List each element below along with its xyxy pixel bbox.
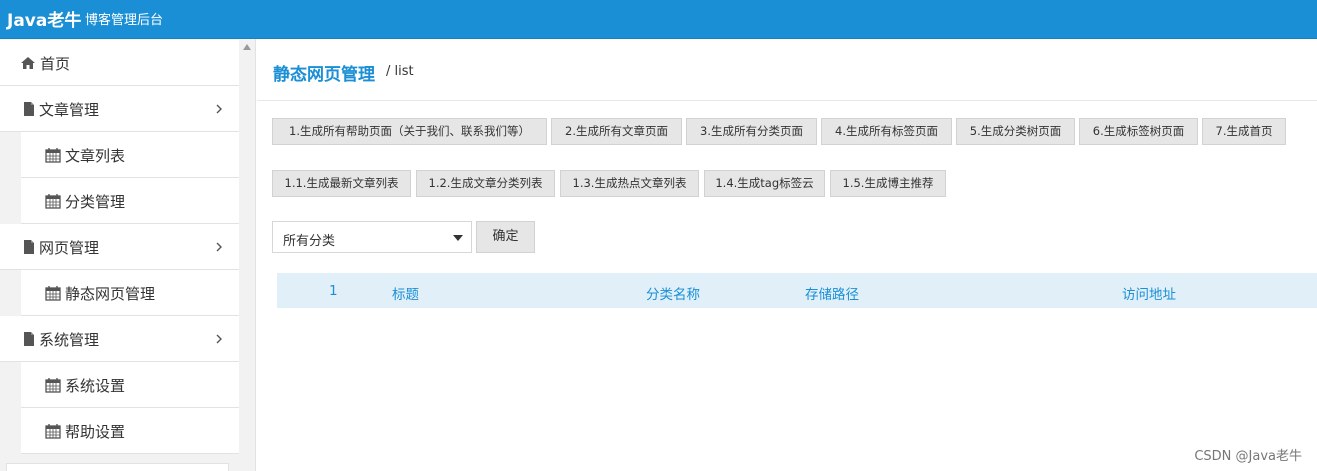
dropdown-caret-icon xyxy=(453,235,463,241)
sidebar-item-label: 系统设置 xyxy=(65,377,126,395)
column-header-storage-path: 存储路径 xyxy=(805,287,859,303)
brand-logo[interactable]: Java老牛 xyxy=(7,6,81,31)
column-header-access-url: 访问地址 xyxy=(1122,287,1176,303)
sidebar-item-system[interactable]: 系统管理 xyxy=(0,316,239,362)
generate-article-pages-button[interactable]: 2.生成所有文章页面 xyxy=(551,118,682,145)
sidebar-item-articles[interactable]: 文章管理 xyxy=(0,86,239,132)
calendar-icon xyxy=(45,194,61,209)
sidebar-footer-box xyxy=(6,463,229,471)
column-header-title: 标题 xyxy=(392,287,419,303)
sidebar-item-label: 首页 xyxy=(40,55,71,73)
sidebar-item-label: 静态网页管理 xyxy=(65,285,156,303)
sidebar-item-category-manage[interactable]: 分类管理 xyxy=(21,178,239,224)
brand-subtitle: 博客管理后台 xyxy=(85,13,164,28)
generate-tag-pages-button[interactable]: 4.生成所有标签页面 xyxy=(821,118,952,145)
sidebar-item-label: 分类管理 xyxy=(65,193,126,211)
file-icon xyxy=(24,102,34,116)
generate-category-pages-button[interactable]: 3.生成所有分类页面 xyxy=(686,118,817,145)
confirm-button[interactable]: 确定 xyxy=(476,221,535,253)
column-header-index: 1 xyxy=(329,283,338,299)
generate-latest-articles-button[interactable]: 1.1.生成最新文章列表 xyxy=(272,170,411,197)
generate-hot-articles-button[interactable]: 1.3.生成热点文章列表 xyxy=(560,170,699,197)
breadcrumb: / list xyxy=(386,64,414,79)
scroll-up-icon[interactable] xyxy=(241,42,253,52)
sidebar-item-home[interactable]: 首页 xyxy=(0,40,239,86)
sidebar-item-label: 系统管理 xyxy=(39,331,100,349)
sidebar-item-pages[interactable]: 网页管理 xyxy=(0,224,239,270)
generate-article-category-list-button[interactable]: 1.2.生成文章分类列表 xyxy=(416,170,555,197)
category-select-value: 所有分类 xyxy=(283,234,336,249)
category-select[interactable]: 所有分类 xyxy=(272,221,472,253)
title-divider xyxy=(257,100,1317,101)
generate-category-tree-button[interactable]: 5.生成分类树页面 xyxy=(956,118,1075,145)
chevron-right-icon xyxy=(216,104,222,114)
sidebar-item-label: 帮助设置 xyxy=(65,423,126,441)
top-header: Java老牛 博客管理后台 xyxy=(0,0,1317,39)
generate-homepage-button[interactable]: 7.生成首页 xyxy=(1202,118,1286,145)
sidebar-item-article-list[interactable]: 文章列表 xyxy=(21,132,239,178)
page-title: 静态网页管理 xyxy=(273,65,375,85)
generate-tag-tree-button[interactable]: 6.生成标签树页面 xyxy=(1079,118,1198,145)
sidebar-item-static-pages[interactable]: 静态网页管理 xyxy=(21,270,239,316)
chevron-right-icon xyxy=(216,334,222,344)
sidebar: 首页 文章管理 文章列表 分类管理 网页管理 静态网页管理 系统管理 系统设置 … xyxy=(0,39,256,471)
table-header: 1 标题 分类名称 存储路径 访问地址 xyxy=(277,273,1317,308)
calendar-icon xyxy=(45,286,61,301)
sidebar-item-label: 网页管理 xyxy=(39,239,100,257)
sidebar-item-system-settings[interactable]: 系统设置 xyxy=(21,362,239,408)
sidebar-item-label: 文章列表 xyxy=(65,147,126,165)
home-icon xyxy=(21,57,35,69)
column-header-category: 分类名称 xyxy=(646,287,700,303)
chevron-right-icon xyxy=(216,242,222,252)
calendar-icon xyxy=(45,378,61,393)
calendar-icon xyxy=(45,424,61,439)
generate-help-pages-button[interactable]: 1.生成所有帮助页面（关于我们、联系我们等） xyxy=(272,118,547,145)
file-icon xyxy=(24,240,34,254)
generate-blogger-recommend-button[interactable]: 1.5.生成博主推荐 xyxy=(830,170,946,197)
watermark: CSDN @Java老牛 xyxy=(1194,449,1302,464)
main-content: 静态网页管理 / list 1.生成所有帮助页面（关于我们、联系我们等） 2.生… xyxy=(257,39,1317,471)
file-icon xyxy=(24,332,34,346)
sidebar-item-help-settings[interactable]: 帮助设置 xyxy=(21,408,239,454)
calendar-icon xyxy=(45,148,61,163)
sidebar-item-label: 文章管理 xyxy=(39,101,100,119)
generate-tag-cloud-button[interactable]: 1.4.生成tag标签云 xyxy=(704,170,825,197)
